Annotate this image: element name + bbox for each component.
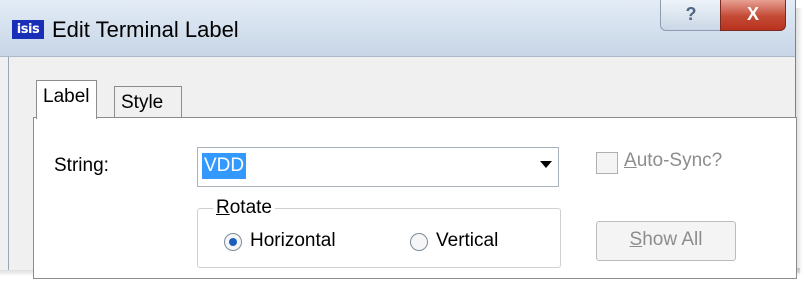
app-icon: isis — [12, 20, 44, 39]
radio-selected-dot — [229, 238, 237, 246]
vertical-label[interactable]: Vertical — [436, 230, 498, 252]
rotate-group-title: Rotate — [213, 197, 275, 219]
close-button[interactable]: X — [720, 0, 786, 31]
tab-label[interactable]: Label — [36, 80, 97, 119]
tab-style[interactable]: Style — [114, 86, 182, 121]
string-input-value[interactable]: VDD — [202, 153, 247, 179]
string-combobox[interactable]: VDD — [197, 147, 559, 187]
auto-sync-label-rest: uto-Sync? — [636, 150, 723, 171]
show-all-label-rest: how All — [642, 229, 703, 250]
horizontal-radio[interactable] — [224, 233, 242, 251]
rotate-accel: R — [216, 197, 230, 218]
string-label: String: — [54, 155, 109, 176]
vertical-radio[interactable] — [410, 233, 428, 251]
horizontal-label[interactable]: Horizontal — [250, 230, 336, 252]
show-all-button[interactable]: Show All — [596, 221, 736, 261]
window-title: Edit Terminal Label — [52, 17, 239, 42]
title-bar[interactable]: isis Edit Terminal Label ? X — [0, 0, 795, 57]
auto-sync-checkbox[interactable] — [596, 152, 618, 174]
auto-sync-label[interactable]: Auto-Sync? — [624, 150, 722, 172]
auto-sync-accel: A — [624, 150, 637, 171]
help-button[interactable]: ? — [660, 0, 722, 31]
show-all-accel: S — [629, 229, 643, 250]
rotate-title-rest: otate — [229, 197, 272, 218]
dropdown-arrow-icon[interactable] — [540, 161, 552, 168]
